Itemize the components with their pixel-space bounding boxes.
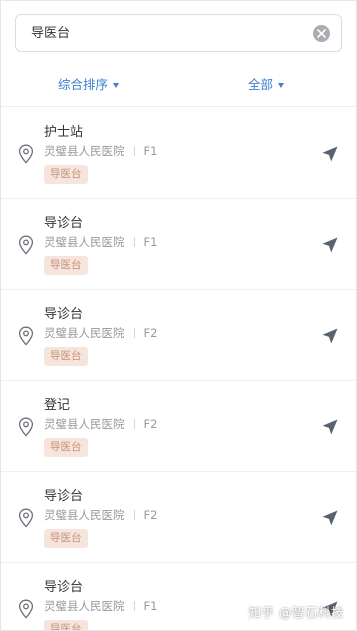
location-name: 登记 bbox=[44, 398, 71, 413]
sort-filter[interactable]: 综合排序 bbox=[58, 63, 120, 107]
navigation-arrow-icon[interactable] bbox=[321, 327, 339, 345]
search-input[interactable]: 导医台 bbox=[31, 15, 70, 53]
hospital-name: 灵璧县人民医院 bbox=[44, 144, 125, 158]
location-name: 导诊台 bbox=[44, 307, 84, 322]
navigation-arrow-icon[interactable] bbox=[321, 418, 339, 436]
category-tag: 导医台 bbox=[44, 165, 88, 184]
navigation-arrow-icon[interactable] bbox=[321, 145, 339, 163]
hospital-name: 灵璧县人民医院 bbox=[44, 235, 125, 249]
floor-label: F1 bbox=[143, 235, 158, 249]
location-name: 导诊台 bbox=[44, 489, 84, 504]
list-item[interactable]: 护士站 灵璧县人民医院 F1 导医台 bbox=[1, 108, 356, 199]
filter-bar: 综合排序 全部 bbox=[1, 63, 356, 107]
location-pin-icon bbox=[18, 508, 34, 528]
location-meta: 灵璧县人民医院 F1 bbox=[44, 143, 157, 159]
sort-filter-label: 综合排序 bbox=[58, 77, 109, 92]
category-tag: 导医台 bbox=[44, 256, 88, 275]
location-meta: 灵璧县人民医院 F2 bbox=[44, 507, 157, 523]
location-name: 导诊台 bbox=[44, 216, 84, 231]
app-screen: 导医台 综合排序 全部 护士站 灵璧县人民医院 F1 导医台 导诊台 灵璧县人民… bbox=[0, 0, 357, 631]
floor-label: F2 bbox=[143, 508, 158, 522]
category-tag: 导医台 bbox=[44, 347, 88, 366]
floor-label: F1 bbox=[143, 144, 158, 158]
hospital-name: 灵璧县人民医院 bbox=[44, 326, 125, 340]
meta-divider bbox=[133, 510, 135, 520]
meta-divider bbox=[133, 419, 135, 429]
floor-label: F2 bbox=[143, 326, 158, 340]
navigation-arrow-icon[interactable] bbox=[321, 236, 339, 254]
list-item[interactable]: 导诊台 灵璧县人民医院 F2 导医台 bbox=[1, 472, 356, 563]
list-item[interactable]: 登记 灵璧县人民医院 F2 导医台 bbox=[1, 381, 356, 472]
meta-divider bbox=[133, 601, 135, 611]
scope-filter[interactable]: 全部 bbox=[248, 63, 285, 107]
meta-divider bbox=[133, 328, 135, 338]
location-pin-icon bbox=[18, 417, 34, 437]
scope-filter-label: 全部 bbox=[248, 77, 274, 92]
location-name: 护士站 bbox=[44, 125, 84, 140]
hospital-name: 灵璧县人民医院 bbox=[44, 417, 125, 431]
hospital-name: 灵璧县人民医院 bbox=[44, 599, 125, 613]
clear-icon[interactable] bbox=[313, 25, 330, 42]
caret-down-icon bbox=[113, 82, 120, 88]
caret-down-icon bbox=[278, 82, 285, 88]
location-meta: 灵璧县人民医院 F1 bbox=[44, 234, 157, 250]
meta-divider bbox=[133, 146, 135, 156]
watermark-text: 知乎 @智石科技 bbox=[248, 605, 344, 620]
category-tag: 导医台 bbox=[44, 620, 88, 630]
location-pin-icon bbox=[18, 235, 34, 255]
search-bar[interactable]: 导医台 bbox=[15, 14, 342, 52]
list-item[interactable]: 导诊台 灵璧县人民医院 F2 导医台 bbox=[1, 290, 356, 381]
location-meta: 灵璧县人民医院 F2 bbox=[44, 416, 157, 432]
category-tag: 导医台 bbox=[44, 438, 88, 457]
hospital-name: 灵璧县人民医院 bbox=[44, 508, 125, 522]
location-pin-icon bbox=[18, 599, 34, 619]
location-meta: 灵璧县人民医院 F2 bbox=[44, 325, 157, 341]
list-item[interactable]: 导诊台 灵璧县人民医院 F1 导医台 bbox=[1, 199, 356, 290]
category-tag: 导医台 bbox=[44, 529, 88, 548]
location-list: 护士站 灵璧县人民医院 F1 导医台 导诊台 灵璧县人民医院 F1 导医台 导诊… bbox=[1, 108, 356, 630]
location-pin-icon bbox=[18, 144, 34, 164]
floor-label: F2 bbox=[143, 417, 158, 431]
location-meta: 灵璧县人民医院 F1 bbox=[44, 598, 157, 614]
location-pin-icon bbox=[18, 326, 34, 346]
location-name: 导诊台 bbox=[44, 580, 84, 595]
navigation-arrow-icon[interactable] bbox=[321, 509, 339, 527]
meta-divider bbox=[133, 237, 135, 247]
floor-label: F1 bbox=[143, 599, 158, 613]
